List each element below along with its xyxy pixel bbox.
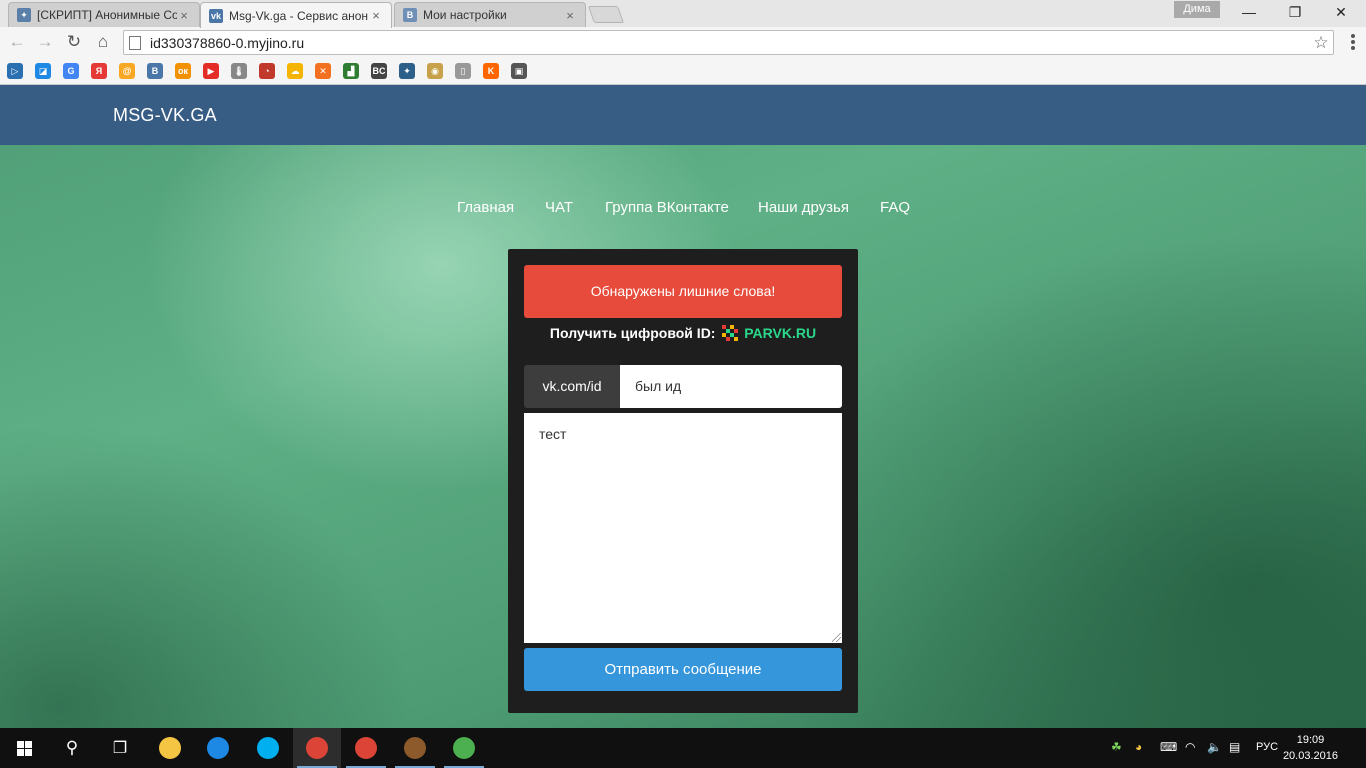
windows-taskbar: ⚲ ❐ ☘ ◕ ⌨ ◠ 🔈 ▤ РУС 19:09 20.03.2016 [0,728,1366,768]
vk-b-icon: B [403,8,417,22]
taskbar-file-explorer[interactable] [146,728,194,768]
stairs-icon[interactable]: ▟ [343,63,359,79]
task-view-icon[interactable]: ❐ [96,728,144,768]
tab-title: [СКРИПТ] Анонимные Со [37,8,177,22]
nav-vk-group[interactable]: Группа ВКонтакте [605,199,729,216]
nav-chat[interactable]: ЧАТ [545,199,573,216]
browser-toolbar: ← → ↻ ⌂ id330378860-0.myjino.ru ☆ [0,27,1366,58]
web-page: MSG-VK.GA Главная ЧАТ Группа ВКонтакте Н… [0,85,1366,728]
vk-id-prefix: vk.com/id [524,365,620,408]
world-icon[interactable]: ◉ [427,63,443,79]
promo-link[interactable]: PARVK.RU [744,325,816,341]
bookmarks-bar: ▷ ◪ G Я @ Вок ▶ 🌡 ◔ ☁ ✕ ▟ BC ✦ ◉ ▯ K ▣ [0,58,1366,85]
youtube-icon[interactable]: ▶ [203,63,219,79]
windows-icon [16,740,32,756]
browser-tab-strip: ✦ [СКРИПТ] Анонимные Со × vk Msg-Vk.ga -… [0,0,1366,28]
close-icon[interactable]: × [563,8,577,23]
close-icon[interactable]: × [369,8,383,23]
taskbar-skype[interactable] [244,728,292,768]
yandex-icon[interactable]: Я [91,63,107,79]
vk-icon: vk [209,8,223,23]
profile-button[interactable]: Дима [1174,1,1220,18]
taskbar-zona[interactable] [194,728,242,768]
page-info-icon[interactable] [129,35,141,50]
start-button[interactable] [0,728,48,768]
taskbar-chrome-2[interactable] [342,728,390,768]
zona-icon [207,737,229,759]
chrome-icon [306,737,328,759]
icq-icon [453,737,475,759]
close-icon[interactable]: × [177,8,191,23]
resize-grip-icon[interactable] [832,633,841,642]
clock-date: 20.03.2016 [1282,750,1338,762]
send-message-button[interactable]: Отправить сообщение [524,648,842,691]
tab-script[interactable]: ✦ [СКРИПТ] Анонимные Со × [8,2,200,27]
message-textarea[interactable]: тест [524,413,842,643]
message-text: тест [539,426,567,442]
utorrent-tray-icon[interactable]: ☘ [1111,740,1122,754]
skype-icon [257,737,279,759]
game-icon [404,737,426,759]
wifi-tray-icon[interactable]: ◠ [1185,740,1195,754]
xing-icon[interactable]: ✕ [315,63,331,79]
message-form-card: Обнаружены лишние слова! Получить цифров… [508,249,858,713]
chrome-menu-icon[interactable] [1348,33,1358,51]
taskbar-chrome-1[interactable] [293,728,341,768]
world-of-tanks-icon: ✦ [17,8,31,22]
file-explorer-icon [159,737,181,759]
tab-msg-vk[interactable]: vk Msg-Vk.ga - Сервис анон × [200,2,392,28]
tab-title: Мои настройки [423,8,507,22]
address-bar[interactable]: id330378860-0.myjino.ru ☆ [123,30,1334,55]
wot-icon[interactable]: ✦ [399,63,415,79]
speaker-tray-icon[interactable]: ◕ [1135,740,1142,754]
address-url[interactable]: id330378860-0.myjino.ru [150,35,1309,51]
clock-time: 19:09 [1296,734,1325,746]
nav-friends[interactable]: Наши друзья [758,199,849,216]
system-clock[interactable]: 19:09 20.03.2016 [1283,732,1338,764]
vk-id-input[interactable]: был ид [620,365,842,408]
parvk-logo-icon [722,325,739,341]
reload-icon[interactable]: ↻ [63,31,85,53]
tubed-icon[interactable]: ▷ [7,63,23,79]
kinopoisk-icon[interactable]: K [483,63,499,79]
speedometer-icon[interactable]: ◔ [259,63,275,79]
back-arrow-icon[interactable]: ← [6,31,28,53]
chrome-icon [355,737,377,759]
cloud-icon[interactable]: ☁ [287,63,303,79]
forward-arrow-icon[interactable]: → [34,31,56,53]
close-window-icon[interactable]: ✕ [1318,0,1364,24]
bc-icon[interactable]: BC [371,63,387,79]
page-icon[interactable]: ▯ [455,63,471,79]
volume-tray-icon[interactable]: 🔈 [1207,740,1222,754]
tab-settings[interactable]: B Мои настройки × [394,2,586,27]
mailru-icon[interactable]: @ [119,63,135,79]
minimize-icon[interactable]: — [1226,0,1272,24]
new-tab-button[interactable] [587,6,625,23]
home-icon[interactable]: ⌂ [92,31,114,53]
clipboard-icon[interactable]: ▣ [511,63,527,79]
site-brand[interactable]: MSG-VK.GA [113,105,217,126]
ime-tray-icon[interactable]: ⌨ [1160,740,1177,754]
odnoklassniki-icon[interactable]: ок [175,63,191,79]
zoho-icon[interactable]: ◪ [35,63,51,79]
bookmark-star-icon[interactable]: ☆ [1309,33,1333,53]
notifications-icon[interactable]: ▤ [1229,740,1240,754]
thermometer-icon[interactable]: 🌡 [231,63,247,79]
google-icon[interactable]: G [63,63,79,79]
nav-faq[interactable]: FAQ [880,199,910,216]
search-icon[interactable]: ⚲ [48,728,96,768]
site-nav: Главная ЧАТ Группа ВКонтакте Наши друзья… [0,199,1366,219]
vk-id-input-group: vk.com/id был ид [524,365,842,408]
site-header: MSG-VK.GA [0,85,1366,145]
taskbar-game[interactable] [391,728,439,768]
promo-label: Получить цифровой ID: [549,325,716,341]
tab-title: Msg-Vk.ga - Сервис анон [229,8,369,23]
language-indicator[interactable]: РУС [1256,741,1278,753]
taskbar-icq[interactable] [440,728,488,768]
promo-line[interactable]: Получить цифровой ID: PARVK.RU [508,325,858,341]
restore-icon[interactable]: ❐ [1272,0,1318,24]
vk-icon[interactable]: В [147,63,163,79]
error-alert: Обнаружены лишние слова! [524,265,842,318]
nav-home[interactable]: Главная [457,199,514,216]
